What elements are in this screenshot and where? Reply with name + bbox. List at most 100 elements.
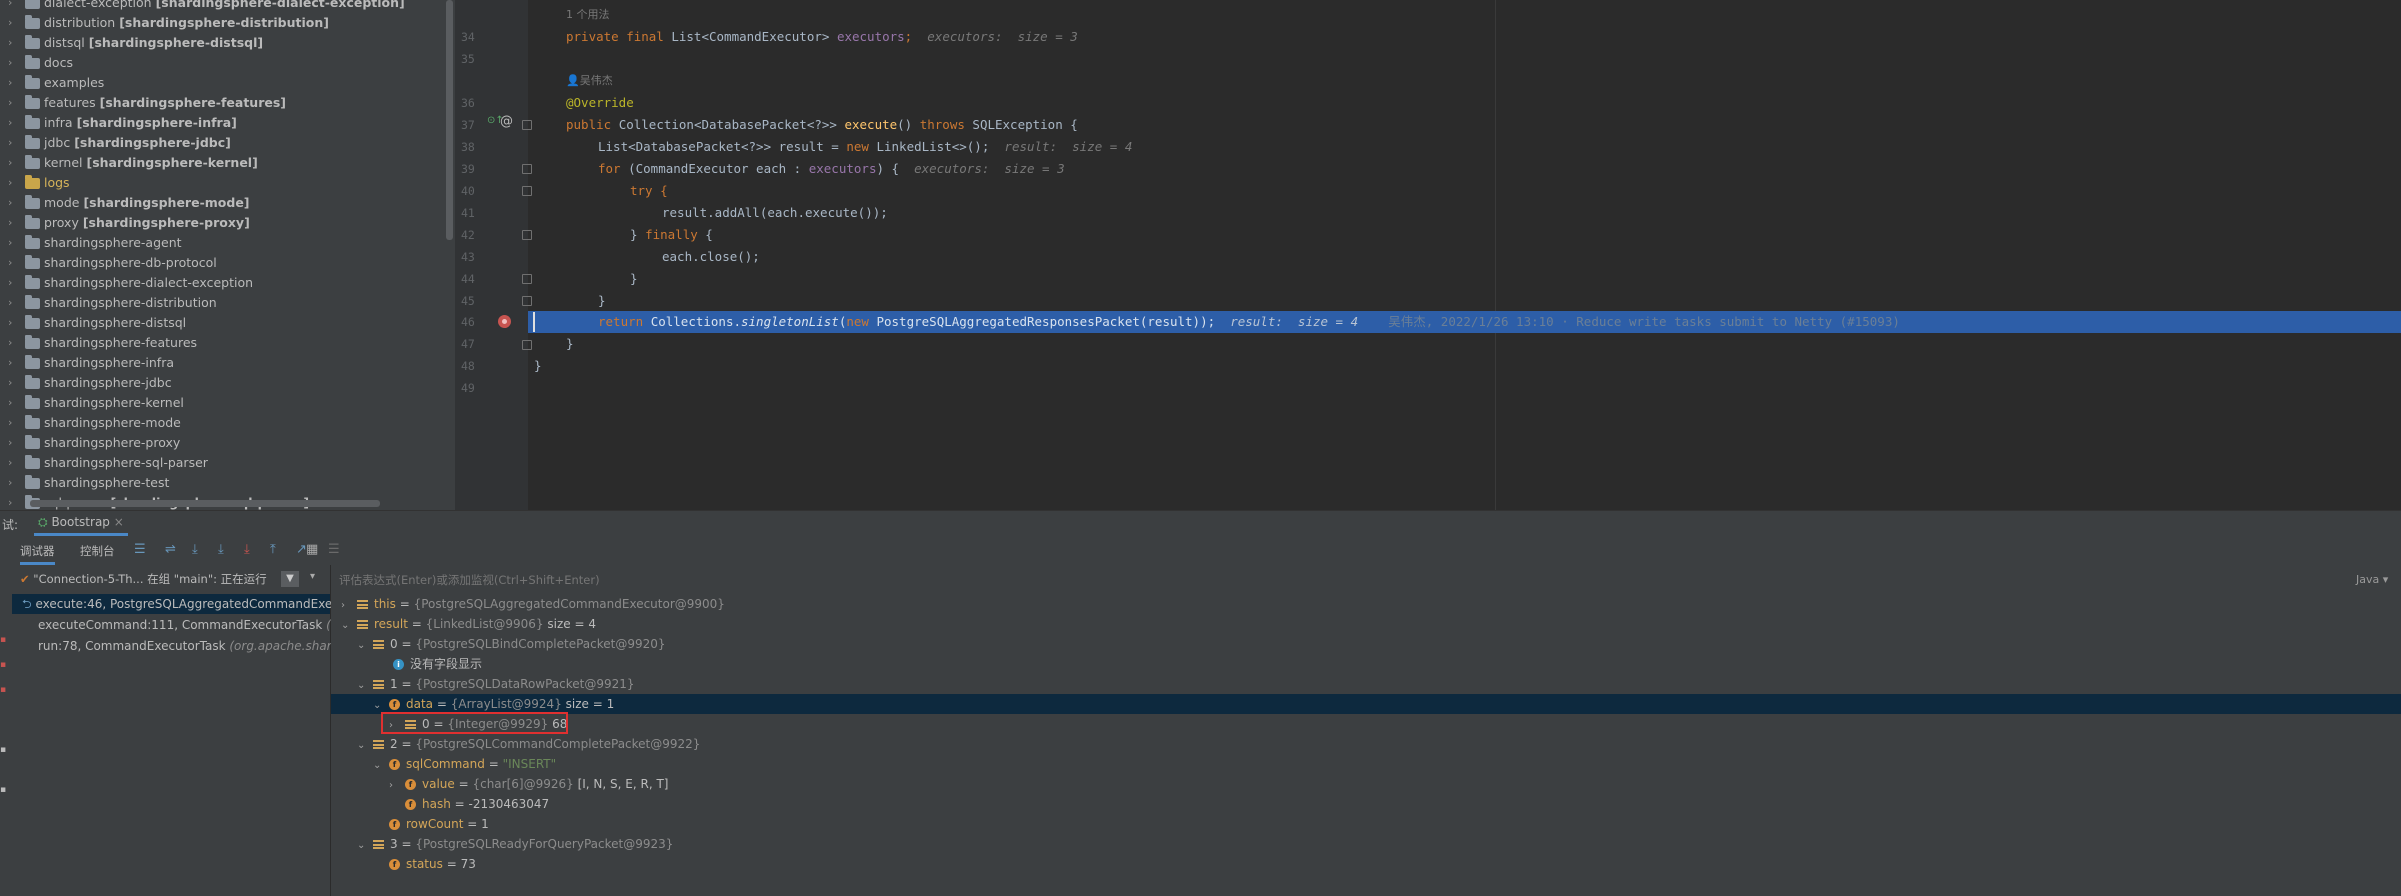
line-number[interactable]: 35 — [455, 48, 528, 70]
variable-row-result-2[interactable]: ⌄ 2 = {PostgreSQLCommandCompletePacket@99… — [357, 734, 700, 754]
chevron-right-icon[interactable]: › — [8, 493, 12, 510]
evaluate-expression-input[interactable] — [331, 568, 2341, 592]
chevron-right-icon[interactable]: › — [8, 253, 12, 273]
code-line-34[interactable]: private final List<CommandExecutor> exec… — [566, 26, 1078, 48]
code-line-40[interactable]: try { — [630, 180, 668, 202]
tree-item-examples[interactable]: › examples — [0, 73, 445, 93]
fold-marker-icon[interactable] — [522, 164, 532, 174]
tree-vertical-scrollbar[interactable] — [446, 0, 453, 240]
chevron-right-icon[interactable]: › — [8, 453, 12, 473]
tree-item-docs[interactable]: › docs — [0, 53, 445, 73]
language-selector[interactable]: Java ▾ — [2356, 573, 2388, 586]
mute-icon[interactable]: ▪ — [0, 685, 6, 695]
close-icon[interactable]: × — [114, 515, 124, 529]
line-number[interactable]: 46 — [455, 311, 528, 333]
chevron-down-icon[interactable]: ⌄ — [373, 756, 389, 776]
tree-item-shardingsphere-infra[interactable]: › shardingsphere-infra — [0, 353, 445, 373]
variable-row-value[interactable]: › f value = {char[6]@9926} [I, N, S, E, R,… — [389, 774, 668, 794]
fold-marker-icon[interactable] — [522, 230, 532, 240]
tree-item-shardingsphere-test[interactable]: › shardingsphere-test — [0, 473, 445, 493]
chevron-right-icon[interactable]: › — [341, 596, 357, 616]
chevron-down-icon[interactable]: ⌄ — [341, 616, 357, 636]
code-line-44[interactable]: } — [630, 268, 638, 290]
chevron-right-icon[interactable]: › — [8, 293, 12, 313]
step-over-icon[interactable]: ⤓ — [192, 542, 198, 557]
code-line-41[interactable]: result.addAll(each.execute()); — [662, 202, 888, 224]
tree-item-shardingsphere-jdbc[interactable]: › shardingsphere-jdbc — [0, 373, 445, 393]
code-line-46[interactable]: return Collections.singletonList(new Pos… — [598, 311, 1900, 333]
tree-item-mode[interactable]: › mode [shardingsphere-mode] — [0, 193, 445, 213]
chevron-right-icon[interactable]: › — [8, 73, 12, 93]
frame-row[interactable]: ⮌ execute:46, PostgreSQLAggregatedComman… — [22, 594, 339, 614]
tree-item-shardingsphere-db-protocol[interactable]: › shardingsphere-db-protocol — [0, 253, 445, 273]
chevron-right-icon[interactable]: › — [8, 13, 12, 33]
chevron-right-icon[interactable]: › — [8, 393, 12, 413]
line-number[interactable]: 45 — [455, 290, 528, 312]
stop-icon[interactable]: ▪ — [0, 635, 6, 645]
code-line-39[interactable]: for (CommandExecutor each : executors) {… — [598, 158, 1065, 180]
line-number[interactable]: 36 — [455, 92, 528, 114]
tree-item-shardingsphere-proxy[interactable]: › shardingsphere-proxy — [0, 433, 445, 453]
fold-marker-icon[interactable] — [522, 186, 532, 196]
author-hint[interactable]: 👤吴伟杰 — [566, 72, 613, 90]
tree-item-distribution[interactable]: › distribution [shardingsphere-distributi… — [0, 13, 445, 33]
git-blame-annotation[interactable]: 吴伟杰, 2022/1/26 13:10 · Reduce write task… — [1388, 314, 1900, 329]
chevron-right-icon[interactable]: › — [8, 213, 12, 233]
tree-item-shardingsphere-mode[interactable]: › shardingsphere-mode — [0, 413, 445, 433]
breakpoints-icon[interactable]: ▪ — [0, 660, 6, 670]
line-number[interactable]: 34 — [455, 26, 528, 48]
step-into-icon[interactable]: ⤓ — [218, 542, 224, 557]
tree-item-shardingsphere-distribution[interactable]: › shardingsphere-distribution — [0, 293, 445, 313]
chevron-right-icon[interactable]: › — [8, 353, 12, 373]
chevron-right-icon[interactable]: › — [8, 413, 12, 433]
annotation-gutter-icon[interactable]: @ — [500, 114, 513, 129]
layout-icon[interactable]: ☰ — [328, 542, 340, 557]
chevron-right-icon[interactable]: › — [8, 93, 12, 113]
line-number[interactable]: 40 — [455, 180, 528, 202]
tree-item-distsql[interactable]: › distsql [shardingsphere-distsql] — [0, 33, 445, 53]
tree-item-jdbc[interactable]: › jdbc [shardingsphere-jdbc] — [0, 133, 445, 153]
line-number[interactable]: 39 — [455, 158, 528, 180]
menu-icon[interactable]: ☰ — [134, 542, 146, 557]
variable-row-hash[interactable]: f hash = -2130463047 — [405, 794, 549, 814]
evaluate-icon[interactable]: ▦ — [306, 542, 318, 557]
variable-row-this[interactable]: › this = {PostgreSQLAggregatedCommandExec… — [341, 594, 725, 614]
tab-console[interactable]: 控制台 — [80, 543, 115, 559]
filter-icon[interactable]: ▼ — [281, 571, 299, 587]
fold-marker-icon[interactable] — [522, 296, 532, 306]
tree-item-proxy[interactable]: › proxy [shardingsphere-proxy] — [0, 213, 445, 233]
line-number[interactable]: 49 — [455, 377, 528, 399]
tree-item-features[interactable]: › features [shardingsphere-features] — [0, 93, 445, 113]
chevron-right-icon[interactable]: › — [389, 776, 405, 796]
frame-row[interactable]: run:78, CommandExecutorTask (org.apache.… — [38, 636, 339, 656]
chevron-right-icon[interactable]: › — [8, 273, 12, 293]
fold-marker-icon[interactable] — [522, 340, 532, 350]
code-line-47[interactable]: } — [566, 333, 574, 355]
usages-hint[interactable]: 1 个用法 — [566, 6, 610, 24]
line-number[interactable]: 44 — [455, 268, 528, 290]
pin-icon[interactable]: ▪ — [0, 785, 6, 795]
chevron-down-icon[interactable]: ▾ — [310, 571, 315, 582]
code-line-38[interactable]: List<DatabasePacket<?>> result = new Lin… — [598, 136, 1132, 158]
chevron-right-icon[interactable]: › — [8, 333, 12, 353]
tree-item-shardingsphere-dialect-exception[interactable]: › shardingsphere-dialect-exception — [0, 273, 445, 293]
chevron-right-icon[interactable]: › — [8, 113, 12, 133]
project-tree[interactable]: › dialect-exception [shardingsphere-diale… — [0, 0, 455, 510]
code-editor[interactable] — [528, 0, 2401, 510]
chevron-right-icon[interactable]: › — [8, 33, 12, 53]
tree-item-shardingsphere-sql-parser[interactable]: › shardingsphere-sql-parser — [0, 453, 445, 473]
variable-row-result[interactable]: ⌄ result = {LinkedList@9906} size = 4 — [341, 614, 596, 634]
chevron-right-icon[interactable]: › — [8, 233, 12, 253]
tree-item-shardingsphere-kernel[interactable]: › shardingsphere-kernel — [0, 393, 445, 413]
tree-item-dialect-exception[interactable]: › dialect-exception [shardingsphere-diale… — [0, 0, 445, 13]
chevron-right-icon[interactable]: › — [8, 133, 12, 153]
step-out-icon[interactable]: ⤒ — [270, 542, 276, 557]
chevron-down-icon[interactable]: ⌄ — [357, 676, 373, 696]
settings-icon[interactable]: ▪ — [0, 745, 6, 755]
variable-row-result-1[interactable]: ⌄ 1 = {PostgreSQLDataRowPacket@9921} — [357, 674, 635, 694]
chevron-right-icon[interactable]: › — [8, 173, 12, 193]
code-line-43[interactable]: each.close(); — [662, 246, 760, 268]
chevron-down-icon[interactable]: ⌄ — [357, 736, 373, 756]
chevron-down-icon[interactable]: ⌄ — [357, 836, 373, 856]
fold-marker-icon[interactable] — [522, 274, 532, 284]
